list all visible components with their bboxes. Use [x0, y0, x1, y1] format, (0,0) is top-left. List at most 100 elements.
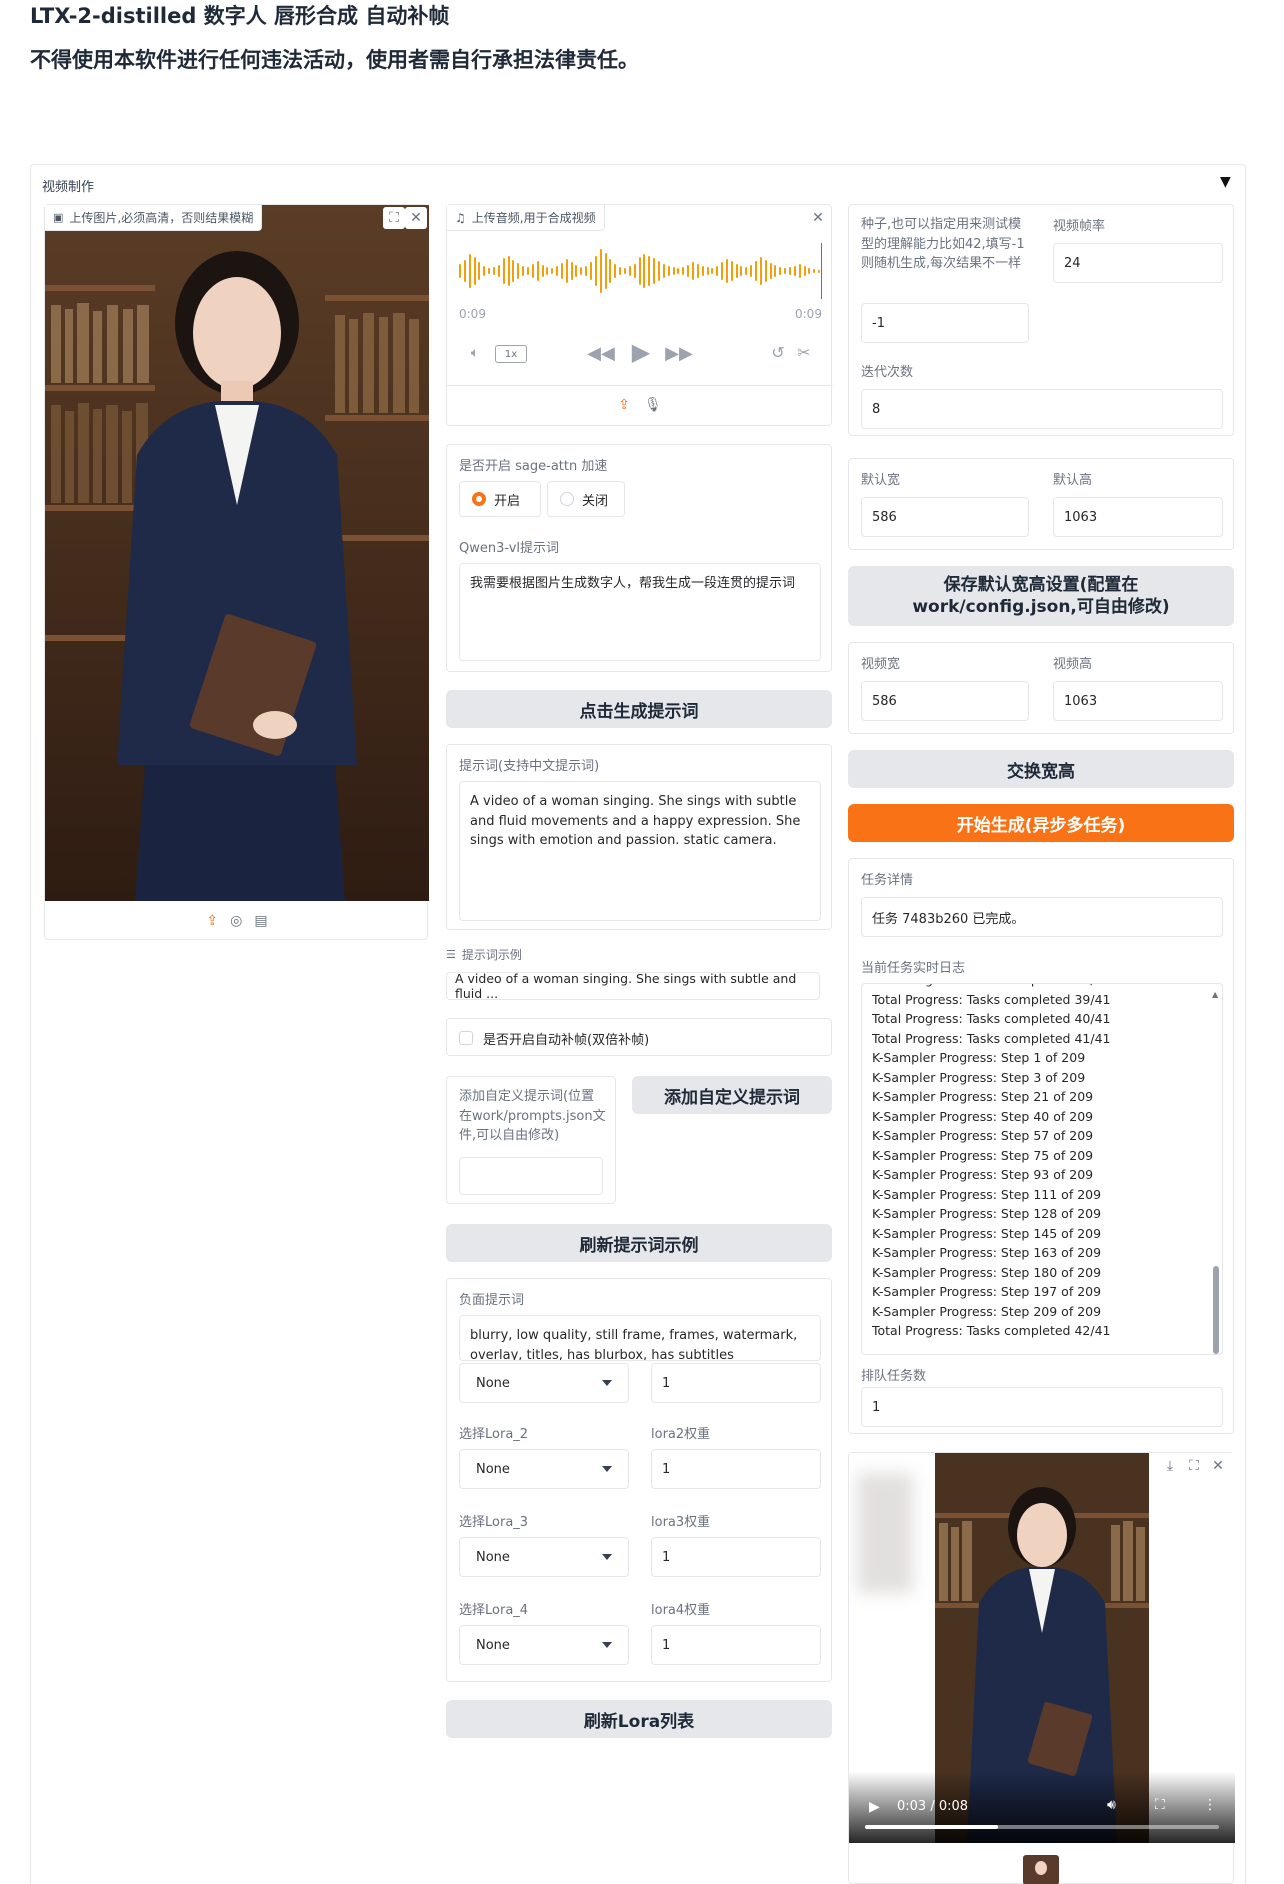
refresh-examples-button[interactable]: 刷新提示词示例 [446, 1224, 832, 1262]
log-line: K-Sampler Progress: Step 75 of 209 [872, 1147, 1094, 1163]
waveform-bar [565, 259, 568, 283]
generate-prompt-button[interactable]: 点击生成提示词 [446, 690, 832, 728]
waveform-bar [735, 264, 738, 278]
lora2-weight-input[interactable]: 1 [651, 1449, 821, 1489]
waveform-bar [687, 265, 690, 277]
negative-lora-panel: 负面提示词 blurry, low quality, still frame, … [446, 1278, 832, 1682]
accordion-title[interactable]: 视频制作 [42, 176, 94, 195]
video-output-panel[interactable]: ⤓ ⛶ ✕ ▶ 0:03 / 0:08 🔊︎ ⛶ ⋮ [848, 1452, 1235, 1884]
lora4-weight-input[interactable]: 1 [651, 1625, 821, 1665]
upload-icon[interactable]: ⇪ [618, 393, 630, 417]
iterations-input[interactable]: 8 [861, 389, 1223, 429]
fullscreen-icon[interactable]: ⛶ [1183, 1455, 1205, 1477]
close-icon[interactable]: ✕ [1207, 1455, 1229, 1477]
volume-icon[interactable]: 🔈︎ [463, 343, 487, 363]
fullscreen-icon[interactable]: ⛶ [383, 207, 405, 229]
chevron-down-icon [602, 1554, 612, 1560]
waveform-bar [638, 257, 641, 285]
list-icon: ☰ [446, 948, 456, 961]
auto-frame-checkbox[interactable] [459, 1031, 473, 1045]
lora3-weight-label: lora3权重 [651, 1515, 711, 1530]
audio-time-end: 0:09 [795, 307, 822, 321]
lora3-select[interactable]: None [459, 1537, 629, 1577]
playback-speed-button[interactable]: 1x [495, 345, 527, 363]
lora4-select-value: None [476, 1637, 510, 1653]
accordion-toggle-icon[interactable]: ▼ [1220, 174, 1231, 190]
sage-option-off[interactable]: 关闭 [547, 481, 625, 517]
log-scrollbar[interactable]: ▲ [1210, 984, 1222, 1354]
video-more-icon[interactable]: ⋮ [1203, 1797, 1217, 1813]
custom-prompt-input[interactable] [459, 1157, 603, 1195]
page-title: LTX-2-distilled 数字人 唇形合成 自动补帧 [30, 4, 450, 28]
swap-size-button[interactable]: 交换宽高 [848, 750, 1234, 788]
sage-option-on[interactable]: 开启 [459, 481, 541, 517]
log-line: Total Progress: Tasks completed 40/41 [872, 1011, 1111, 1026]
waveform-bar [599, 249, 602, 293]
video-seekbar[interactable] [865, 1825, 1219, 1829]
scroll-thumb[interactable] [1213, 1266, 1219, 1354]
queue-count[interactable]: 1 [861, 1387, 1223, 1427]
lora2-select[interactable]: None [459, 1449, 629, 1489]
waveform-bar [526, 267, 529, 275]
waveform-bar [769, 263, 772, 279]
close-icon[interactable]: ✕ [807, 207, 829, 229]
log-label: 当前任务实时日志 [861, 961, 966, 976]
microphone-icon[interactable]: 🎙︎ [644, 393, 662, 417]
play-icon[interactable]: ▶ [627, 337, 655, 367]
seed-input[interactable]: -1 [861, 303, 1029, 343]
task-status[interactable]: 任务 7483b260 已完成。 [861, 897, 1223, 937]
prompt-example-item[interactable]: A video of a woman singing. She sings wi… [446, 971, 820, 1001]
video-thumbnail[interactable] [1023, 1855, 1059, 1884]
scroll-up-icon[interactable]: ▲ [1212, 990, 1218, 999]
audio-upload-label-text: 上传音频,用于合成视频 [471, 211, 596, 225]
add-custom-prompt-button[interactable]: 添加自定义提示词 [632, 1076, 832, 1114]
refresh-lora-button[interactable]: 刷新Lora列表 [446, 1700, 832, 1738]
log-textbox[interactable]: Total Progress: Tasks completed 38/41Tot… [861, 983, 1223, 1355]
log-line: K-Sampler Progress: Step 21 of 209 [872, 1089, 1094, 1104]
reset-icon[interactable]: ↺ [767, 341, 789, 363]
fps-input[interactable]: 24 [1053, 243, 1223, 283]
close-icon[interactable]: ✕ [405, 207, 427, 229]
start-generation-button[interactable]: 开始生成(异步多任务) [848, 804, 1234, 842]
prompt-examples-label-row: ☰ 提示词示例 [446, 946, 522, 963]
audio-waveform[interactable] [459, 243, 823, 299]
forward-icon[interactable]: ▶▶ [665, 339, 693, 367]
waveform-bar [716, 266, 719, 276]
rewind-icon[interactable]: ◀◀ [587, 339, 615, 367]
save-default-size-button[interactable]: 保存默认宽高设置(配置在work/config.json,可自由修改) [848, 566, 1234, 626]
video-volume-icon[interactable]: 🔊︎ [1107, 1797, 1116, 1813]
image-upload-panel[interactable]: ▣ 上传图片,必须高清，否则结果模糊 ⛶ ✕ ⇪ ◎ ▤ [44, 204, 429, 940]
log-line: K-Sampler Progress: Step 40 of 209 [872, 1108, 1094, 1124]
audio-upload-panel[interactable]: ♫ 上传音频,用于合成视频 ✕ 0:09 0:09 🔈︎ 1x ◀◀ ▶ ▶▶ … [446, 204, 833, 426]
lora3-weight-input[interactable]: 1 [651, 1537, 821, 1577]
audio-time-start: 0:09 [459, 307, 486, 321]
video-fullscreen-icon[interactable]: ⛶ [1155, 1797, 1165, 1813]
radio-selected-icon [472, 492, 486, 506]
waveform-bar [696, 264, 699, 278]
default-height-input[interactable]: 1063 [1053, 497, 1223, 537]
download-icon[interactable]: ⤓ [1159, 1455, 1181, 1477]
default-width-input[interactable]: 586 [861, 497, 1029, 537]
webcam-icon[interactable]: ◎ [230, 909, 242, 933]
waveform-bar [478, 262, 481, 280]
prompt-input[interactable]: A video of a woman singing. She sings wi… [459, 781, 821, 921]
waveform-bar [580, 267, 583, 275]
video-width-input[interactable]: 586 [861, 681, 1029, 721]
custom-prompt-label: 添加自定义提示词(位置在work/prompts.json文件,可以自由修改) [459, 1089, 606, 1143]
lora3-select-value: None [476, 1549, 510, 1565]
trim-icon[interactable]: ✂ [793, 341, 815, 363]
negative-prompt-input[interactable]: blurry, low quality, still frame, frames… [459, 1315, 821, 1361]
clipboard-icon[interactable]: ▤ [254, 909, 267, 933]
upload-icon[interactable]: ⇪ [206, 909, 218, 933]
log-line: K-Sampler Progress: Step 145 of 209 [872, 1225, 1102, 1241]
lora4-select[interactable]: None [459, 1625, 629, 1665]
output-video[interactable]: ⤓ ⛶ ✕ ▶ 0:03 / 0:08 🔊︎ ⛶ ⋮ [849, 1453, 1235, 1843]
video-play-icon[interactable]: ▶ [869, 1799, 880, 1815]
chevron-down-icon [602, 1380, 612, 1386]
lora1-select[interactable]: None [459, 1363, 629, 1403]
qwen-prompt-input[interactable]: 我需要根据图片生成数字人，帮我生成一段连贯的提示词 [459, 563, 821, 661]
video-height-input[interactable]: 1063 [1053, 681, 1223, 721]
lora1-weight-input[interactable]: 1 [651, 1363, 821, 1403]
waveform-bar [808, 268, 811, 274]
video-seekbar-fill [865, 1825, 998, 1829]
